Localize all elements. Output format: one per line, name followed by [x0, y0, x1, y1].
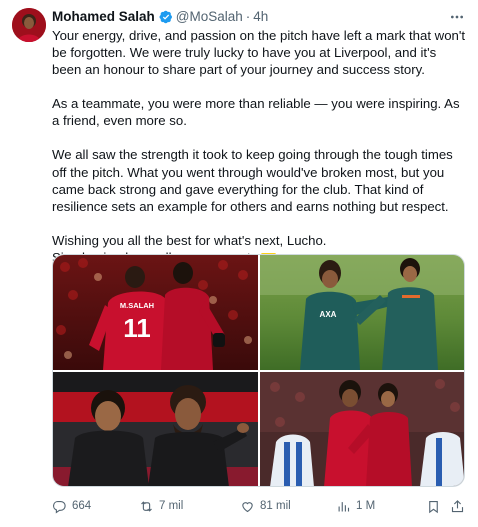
- photo-bench[interactable]: [53, 372, 258, 486]
- photo-celebration[interactable]: M.SALAH 11: [53, 255, 258, 370]
- views-count: 1 M: [356, 500, 376, 512]
- tweet-content: Mohamed Salah @MoSalah · 4h Your energy,…: [52, 8, 466, 266]
- repost-count: 7 mil: [159, 500, 184, 512]
- media-grid: M.SALAH 11 AXA: [52, 254, 465, 487]
- tweet-actions: 664 7 mil 81 mil 1 M: [52, 496, 466, 516]
- author-handle[interactable]: @MoSalah: [176, 8, 243, 26]
- reply-button[interactable]: 664: [52, 496, 91, 516]
- kit-sponsor: AXA: [320, 310, 337, 319]
- photo-match[interactable]: [260, 372, 464, 486]
- views-button[interactable]: 1 M: [336, 496, 375, 516]
- header-separator: ·: [245, 9, 251, 24]
- more-options-icon[interactable]: [448, 8, 466, 26]
- shirt-name: M.SALAH: [120, 301, 154, 310]
- tweet-paragraph: As a teammate, you were more than reliab…: [52, 96, 460, 129]
- reply-icon: [53, 500, 66, 514]
- like-icon: [242, 501, 253, 512]
- tweet-time[interactable]: 4h: [253, 8, 268, 26]
- avatar[interactable]: [12, 8, 46, 42]
- bookmark-button[interactable]: [426, 496, 441, 516]
- like-button[interactable]: 81 mil: [240, 496, 291, 516]
- tweet[interactable]: Mohamed Salah @MoSalah · 4h Your energy,…: [0, 0, 478, 527]
- tweet-paragraph: Your energy, drive, and passion on the p…: [52, 28, 466, 78]
- avatar-image: [12, 8, 46, 42]
- tweet-paragraph: Wishing you all the best for what's next…: [52, 232, 327, 248]
- tweet-paragraph: We all saw the strength it took to keep …: [52, 147, 453, 214]
- verified-badge-icon: [159, 10, 173, 24]
- author-name[interactable]: Mohamed Salah: [52, 8, 155, 26]
- views-icon: [338, 501, 350, 511]
- repost-icon: [141, 500, 152, 512]
- tweet-header: Mohamed Salah @MoSalah · 4h: [52, 8, 466, 26]
- shirt-number: 11: [123, 313, 151, 343]
- share-icon: [451, 499, 464, 512]
- like-count: 81 mil: [260, 500, 291, 512]
- share-button[interactable]: [450, 496, 465, 516]
- tweet-text: Your energy, drive, and passion on the p…: [52, 27, 466, 266]
- repost-button[interactable]: 7 mil: [139, 496, 183, 516]
- reply-count: 664: [72, 500, 92, 512]
- bookmark-icon: [429, 500, 438, 513]
- photo-training[interactable]: AXA: [260, 255, 464, 370]
